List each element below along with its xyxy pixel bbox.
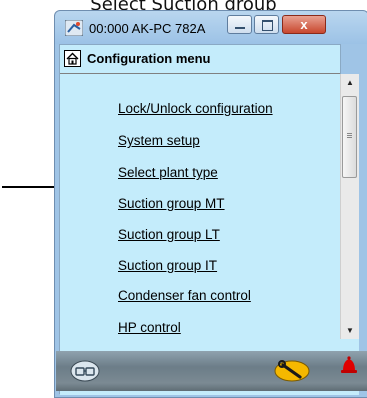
scroll-up-icon[interactable]: ▲ bbox=[341, 74, 359, 92]
scroll-down-icon[interactable]: ▼ bbox=[341, 322, 359, 340]
close-button[interactable]: x bbox=[282, 15, 326, 34]
alarm-bell-icon[interactable] bbox=[340, 355, 358, 377]
home-glyph bbox=[66, 52, 79, 65]
menu-list: Lock/Unlock configuration System setup S… bbox=[60, 74, 340, 340]
minimize-button[interactable] bbox=[227, 15, 252, 34]
grip-icon bbox=[347, 133, 352, 134]
menu-item-suction-group-lt[interactable]: Suction group LT bbox=[118, 227, 220, 242]
home-icon[interactable] bbox=[64, 50, 81, 67]
menu-item-hp-control[interactable]: HP control bbox=[118, 320, 181, 335]
client-area: Configuration menu Lock/Unlock configura… bbox=[56, 44, 367, 395]
window-title: 00:000 AK-PC 782A bbox=[89, 21, 206, 36]
app-icon bbox=[65, 20, 83, 36]
menu-item-condenser-fan-control[interactable]: Condenser fan control bbox=[118, 288, 251, 303]
wrench-icon[interactable] bbox=[274, 358, 310, 382]
maximize-icon bbox=[262, 20, 273, 31]
menu-item-suction-group-it[interactable]: Suction group IT bbox=[118, 258, 217, 273]
menu-item-suction-group-mt[interactable]: Suction group MT bbox=[118, 196, 225, 211]
app-window: 00:000 AK-PC 782A x Configuration menu L… bbox=[54, 10, 367, 398]
minimize-icon bbox=[235, 27, 245, 29]
status-strip bbox=[56, 351, 367, 391]
menu-item-lock-unlock[interactable]: Lock/Unlock configuration bbox=[118, 101, 273, 116]
scroll-thumb[interactable] bbox=[342, 96, 357, 178]
maximize-button[interactable] bbox=[254, 15, 279, 34]
status-bar bbox=[56, 339, 367, 395]
vertical-scrollbar[interactable]: ▲ ▼ bbox=[340, 74, 359, 340]
menu-item-select-plant-type[interactable]: Select plant type bbox=[118, 165, 218, 180]
window-frame: Configuration menu Lock/Unlock configura… bbox=[54, 44, 367, 398]
title-bar[interactable]: 00:000 AK-PC 782A x bbox=[54, 10, 367, 44]
online-icon[interactable] bbox=[70, 360, 100, 382]
page-title: Configuration menu bbox=[87, 51, 211, 66]
menu-item-system-setup[interactable]: System setup bbox=[118, 133, 200, 148]
menu-header: Configuration menu bbox=[60, 45, 340, 74]
